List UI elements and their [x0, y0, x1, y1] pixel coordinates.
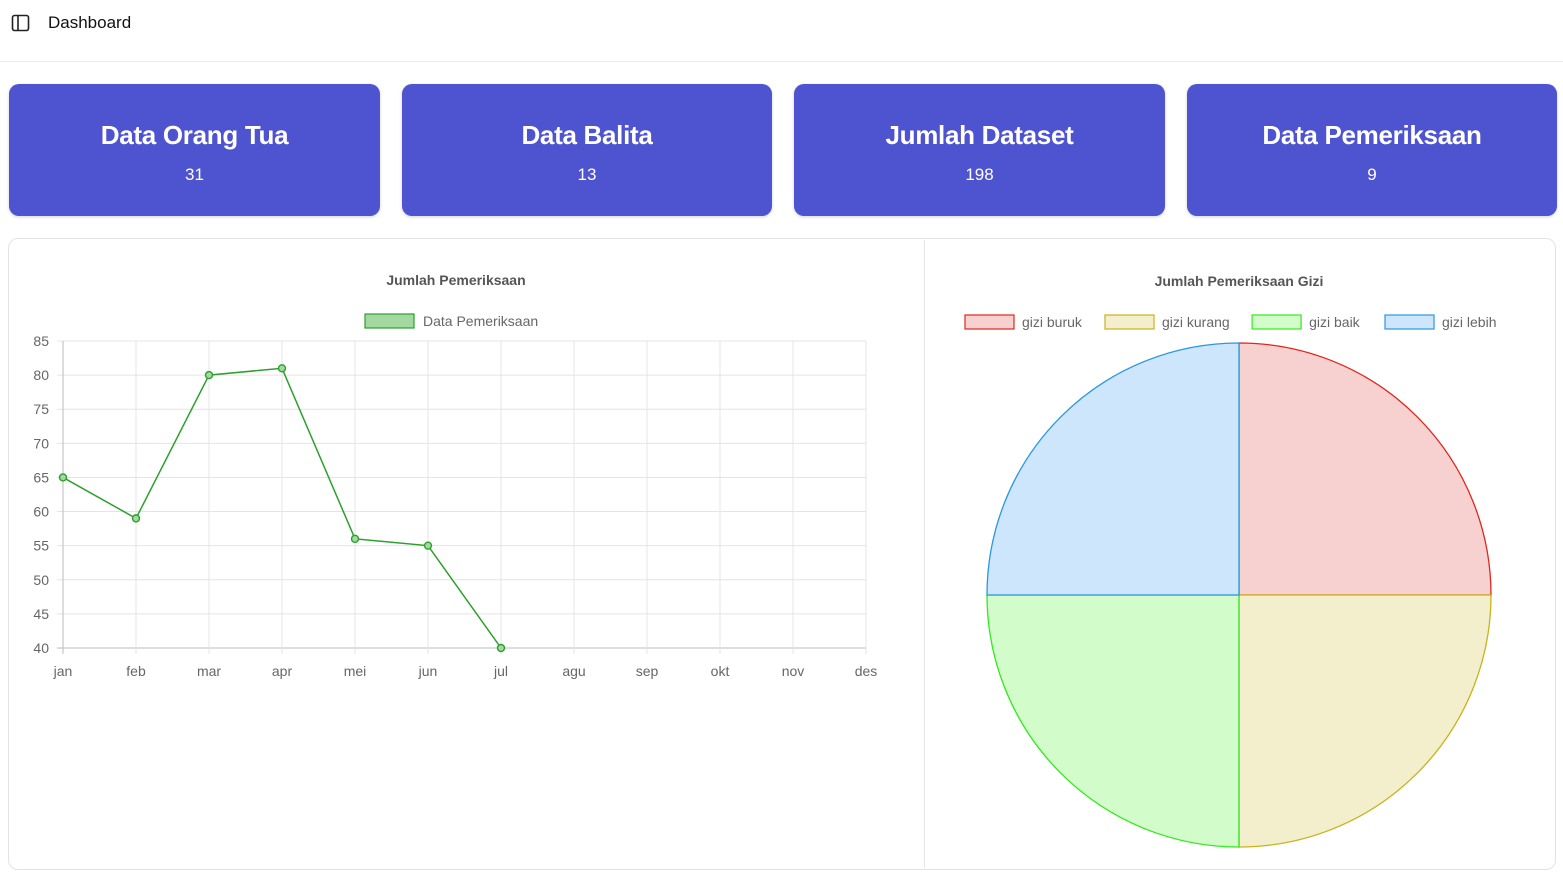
- pie-slice[interactable]: [1238, 342, 1492, 596]
- data-point[interactable]: [204, 370, 214, 380]
- y-tick-label: 70: [33, 435, 49, 451]
- pie-chart: Jumlah Pemeriksaan Gizi gizi buruk gizi k…: [964, 273, 1496, 848]
- pie-legend-swatch[interactable]: [1104, 314, 1155, 330]
- y-tick-label: 60: [33, 504, 49, 520]
- x-tick-label: mar: [197, 663, 221, 679]
- pie-legend-swatch[interactable]: [964, 314, 1015, 330]
- line-chart: Jumlah Pemeriksaan Data Pemeriksaan 85 80…: [33, 272, 878, 679]
- pie-slice[interactable]: [986, 342, 1240, 596]
- data-point[interactable]: [350, 534, 360, 544]
- line-legend-label[interactable]: Data Pemeriksaan: [423, 313, 538, 329]
- y-tick-label: 65: [33, 469, 49, 485]
- y-tick-label: 80: [33, 367, 49, 383]
- line-chart-grid: [57, 340, 867, 654]
- pie-legend-swatch[interactable]: [1384, 314, 1435, 330]
- x-tick-label: agu: [562, 663, 585, 679]
- data-point[interactable]: [423, 541, 433, 550]
- y-tick-label: 45: [33, 606, 49, 622]
- x-tick-label: apr: [272, 663, 293, 679]
- line-chart-y-ticks: 85 80 75 70 65 60 55 50 45 40: [33, 333, 49, 656]
- pie-slice[interactable]: [986, 594, 1240, 848]
- y-tick-label: 50: [33, 572, 49, 588]
- pie-legend-label[interactable]: gizi buruk: [1022, 314, 1083, 330]
- pie-chart-slices: [986, 342, 1492, 848]
- x-tick-label: feb: [126, 663, 146, 679]
- data-point[interactable]: [277, 364, 287, 373]
- x-tick-label: jul: [493, 663, 508, 679]
- pie-slice[interactable]: [1238, 594, 1492, 848]
- pie-legend-label[interactable]: gizi kurang: [1162, 314, 1230, 330]
- x-tick-label: des: [855, 663, 878, 679]
- line-chart-x-ticks: jan feb mar apr mei jun jul agu sep okt nov des: [53, 663, 878, 679]
- data-point[interactable]: [496, 643, 506, 653]
- data-point[interactable]: [131, 514, 141, 523]
- line-legend-swatch[interactable]: [364, 313, 415, 329]
- x-tick-label: jun: [418, 663, 438, 679]
- data-point[interactable]: [58, 473, 68, 482]
- pie-chart-title: Jumlah Pemeriksaan Gizi: [1155, 273, 1324, 289]
- x-tick-label: mei: [344, 663, 367, 679]
- pie-legend-label[interactable]: gizi baik: [1309, 314, 1361, 330]
- x-tick-label: nov: [782, 663, 805, 679]
- x-tick-label: okt: [711, 663, 730, 679]
- pie-legend-swatch[interactable]: [1251, 314, 1302, 330]
- x-tick-label: jan: [53, 663, 73, 679]
- y-tick-label: 55: [33, 538, 49, 554]
- pie-legend-label[interactable]: gizi lebih: [1442, 314, 1496, 330]
- y-tick-label: 85: [33, 333, 49, 349]
- pie-chart-legend: gizi buruk gizi kurang gizi baik gizi lebih: [964, 314, 1496, 330]
- y-tick-label: 75: [33, 401, 49, 417]
- y-tick-label: 40: [33, 640, 49, 656]
- x-tick-label: sep: [636, 663, 659, 679]
- line-chart-title: Jumlah Pemeriksaan: [386, 272, 525, 288]
